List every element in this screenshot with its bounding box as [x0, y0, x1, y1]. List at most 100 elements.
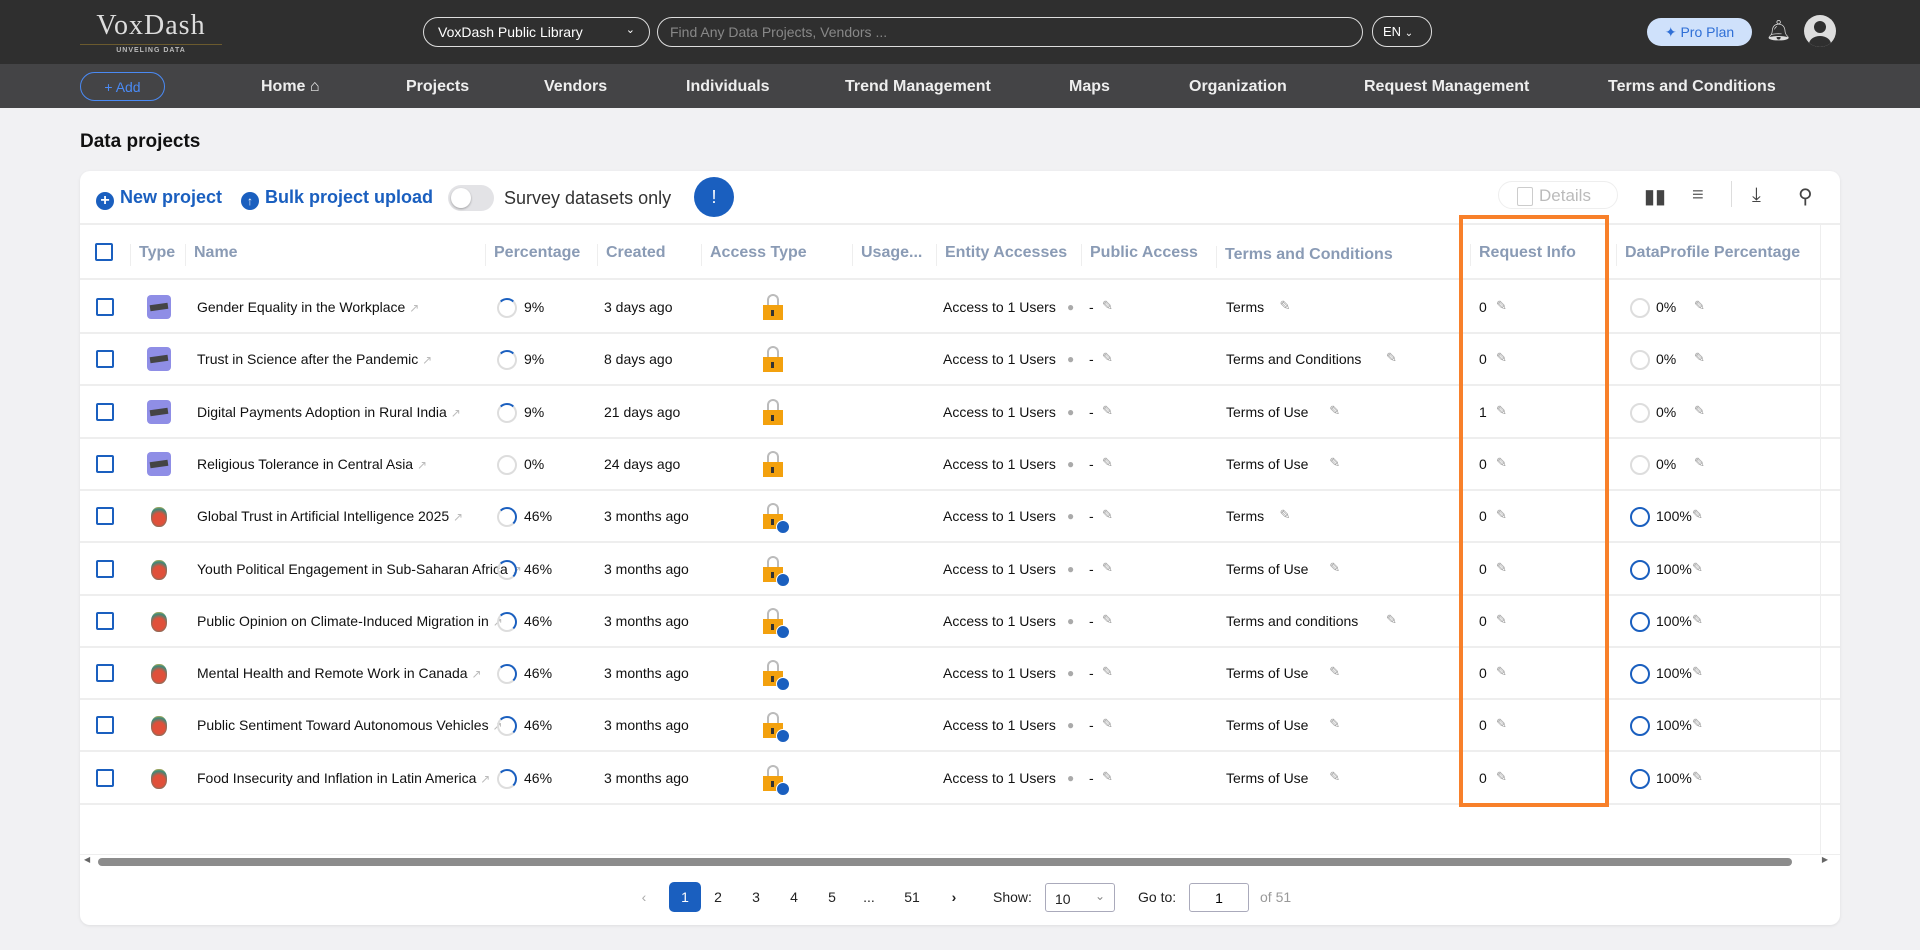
- edit-icon[interactable]: ✎: [1329, 403, 1340, 419]
- page-button[interactable]: 4: [784, 882, 804, 912]
- edit-icon[interactable]: ✎: [1329, 560, 1340, 576]
- lock-icon[interactable]: [763, 294, 783, 320]
- pro-plan-button[interactable]: ✦ Pro Plan: [1647, 18, 1752, 46]
- library-select[interactable]: VoxDash Public Library ⌄: [423, 17, 650, 47]
- page-size-select[interactable]: 10 ⌄: [1045, 883, 1115, 912]
- edit-icon[interactable]: ✎: [1692, 664, 1703, 680]
- avatar[interactable]: [1804, 15, 1836, 47]
- row-checkbox[interactable]: [96, 402, 114, 421]
- page-button[interactable]: 1: [669, 882, 701, 912]
- edit-icon[interactable]: ✎: [1329, 664, 1340, 680]
- scroll-right-icon[interactable]: ▶: [1822, 855, 1828, 864]
- edit-icon[interactable]: ✎: [1102, 350, 1113, 366]
- col-dataprofile-percentage[interactable]: DataProfile Percentage: [1616, 244, 1800, 266]
- edit-icon[interactable]: ✎: [1694, 350, 1705, 366]
- project-name-link[interactable]: Public Opinion on Climate-Induced Migrat…: [197, 613, 503, 629]
- project-name-link[interactable]: Trust in Science after the Pandemic ↗: [197, 351, 432, 367]
- page-button[interactable]: 3: [746, 882, 766, 912]
- edit-icon[interactable]: ✎: [1692, 716, 1703, 732]
- col-type[interactable]: Type: [130, 244, 175, 266]
- edit-icon[interactable]: ✎: [1102, 664, 1113, 680]
- project-name-link[interactable]: Digital Payments Adoption in Rural India…: [197, 404, 461, 420]
- row-checkbox[interactable]: [96, 298, 114, 316]
- external-link-icon[interactable]: ↗: [409, 301, 419, 315]
- users-icon[interactable]: ●: [1067, 300, 1074, 314]
- next-page-icon[interactable]: ›: [946, 882, 962, 912]
- new-project-button[interactable]: + New project: [96, 187, 222, 210]
- users-icon[interactable]: ●: [1067, 718, 1074, 732]
- external-link-icon[interactable]: ↗: [451, 406, 461, 420]
- language-select[interactable]: EN ⌄: [1372, 16, 1432, 47]
- filter-icon[interactable]: ≡: [1692, 184, 1704, 207]
- lock-icon[interactable]: [763, 607, 790, 639]
- row-checkbox[interactable]: [96, 664, 114, 683]
- edit-icon[interactable]: ✎: [1280, 507, 1291, 523]
- edit-icon[interactable]: ✎: [1692, 612, 1703, 628]
- survey-datasets-toggle[interactable]: [448, 185, 494, 211]
- project-name-link[interactable]: Public Sentiment Toward Autonomous Vehic…: [197, 717, 503, 733]
- edit-icon[interactable]: ✎: [1386, 350, 1397, 366]
- bulk-upload-button[interactable]: ↑ Bulk project upload: [241, 187, 433, 210]
- project-name-link[interactable]: Gender Equality in the Workplace ↗: [197, 299, 419, 315]
- nav-request-management[interactable]: Request Management: [1364, 78, 1529, 96]
- users-icon[interactable]: ●: [1067, 509, 1074, 523]
- edit-icon[interactable]: ✎: [1694, 455, 1705, 471]
- project-name-link[interactable]: Youth Political Engagement in Sub-Sahara…: [197, 561, 522, 577]
- nav-terms-and-conditions[interactable]: Terms and Conditions: [1608, 78, 1776, 96]
- users-icon[interactable]: ●: [1067, 666, 1074, 680]
- nav-home[interactable]: Home ⌂: [261, 78, 320, 96]
- edit-icon[interactable]: ✎: [1386, 612, 1397, 628]
- nav-maps[interactable]: Maps: [1069, 78, 1110, 96]
- col-usage[interactable]: Usage...: [852, 244, 922, 266]
- edit-icon[interactable]: ✎: [1102, 560, 1113, 576]
- search-input[interactable]: [657, 17, 1363, 47]
- col-created[interactable]: Created: [597, 244, 666, 266]
- users-icon[interactable]: ●: [1067, 457, 1074, 471]
- col-public-access[interactable]: Public Access: [1081, 244, 1198, 266]
- col-terms-and-conditions[interactable]: Terms and Conditions: [1216, 246, 1393, 268]
- edit-icon[interactable]: ✎: [1102, 769, 1113, 785]
- col-access-type[interactable]: Access Type: [701, 244, 807, 266]
- goto-page-input[interactable]: [1189, 883, 1249, 912]
- row-checkbox[interactable]: [96, 454, 114, 473]
- nav-organization[interactable]: Organization: [1189, 78, 1287, 96]
- external-link-icon[interactable]: ↗: [480, 772, 490, 786]
- external-link-icon[interactable]: ↗: [422, 353, 432, 367]
- project-name-link[interactable]: Religious Tolerance in Central Asia ↗: [197, 456, 427, 472]
- project-name-link[interactable]: Global Trust in Artificial Intelligence …: [197, 508, 463, 524]
- search-icon[interactable]: ⚲: [1798, 184, 1813, 209]
- edit-icon[interactable]: ✎: [1694, 403, 1705, 419]
- lock-icon[interactable]: [763, 398, 783, 425]
- lock-icon[interactable]: [763, 660, 790, 692]
- project-name-link[interactable]: Mental Health and Remote Work in Canada …: [197, 665, 482, 681]
- row-checkbox[interactable]: [96, 559, 114, 578]
- nav-trend-management[interactable]: Trend Management: [845, 78, 991, 96]
- lock-icon[interactable]: [763, 450, 783, 477]
- users-icon[interactable]: ●: [1067, 771, 1074, 785]
- col-name[interactable]: Name: [185, 244, 238, 266]
- edit-icon[interactable]: ✎: [1102, 612, 1113, 628]
- columns-icon[interactable]: ▮▮: [1644, 184, 1666, 209]
- edit-icon[interactable]: ✎: [1692, 560, 1703, 576]
- edit-icon[interactable]: ✎: [1694, 298, 1705, 314]
- row-checkbox[interactable]: [96, 350, 114, 369]
- row-checkbox[interactable]: [96, 611, 114, 630]
- logo[interactable]: VoxDash UNVELING DATA: [80, 10, 222, 54]
- feedback-button[interactable]: !: [694, 177, 734, 217]
- scrollbar-thumb[interactable]: [98, 858, 1792, 866]
- edit-icon[interactable]: ✎: [1280, 298, 1291, 314]
- download-icon[interactable]: ⤓: [1752, 184, 1761, 207]
- edit-icon[interactable]: ✎: [1692, 507, 1703, 523]
- users-icon[interactable]: ●: [1067, 352, 1074, 366]
- lock-icon[interactable]: [763, 764, 790, 796]
- row-checkbox[interactable]: [96, 716, 114, 735]
- select-all-checkbox[interactable]: [95, 243, 113, 261]
- edit-icon[interactable]: ✎: [1692, 769, 1703, 785]
- lock-icon[interactable]: [763, 346, 783, 373]
- prev-page-icon[interactable]: ‹: [636, 882, 652, 912]
- edit-icon[interactable]: ✎: [1329, 716, 1340, 732]
- edit-icon[interactable]: ✎: [1102, 507, 1113, 523]
- users-icon[interactable]: ●: [1067, 405, 1074, 419]
- edit-icon[interactable]: ✎: [1329, 769, 1340, 785]
- edit-icon[interactable]: ✎: [1329, 455, 1340, 471]
